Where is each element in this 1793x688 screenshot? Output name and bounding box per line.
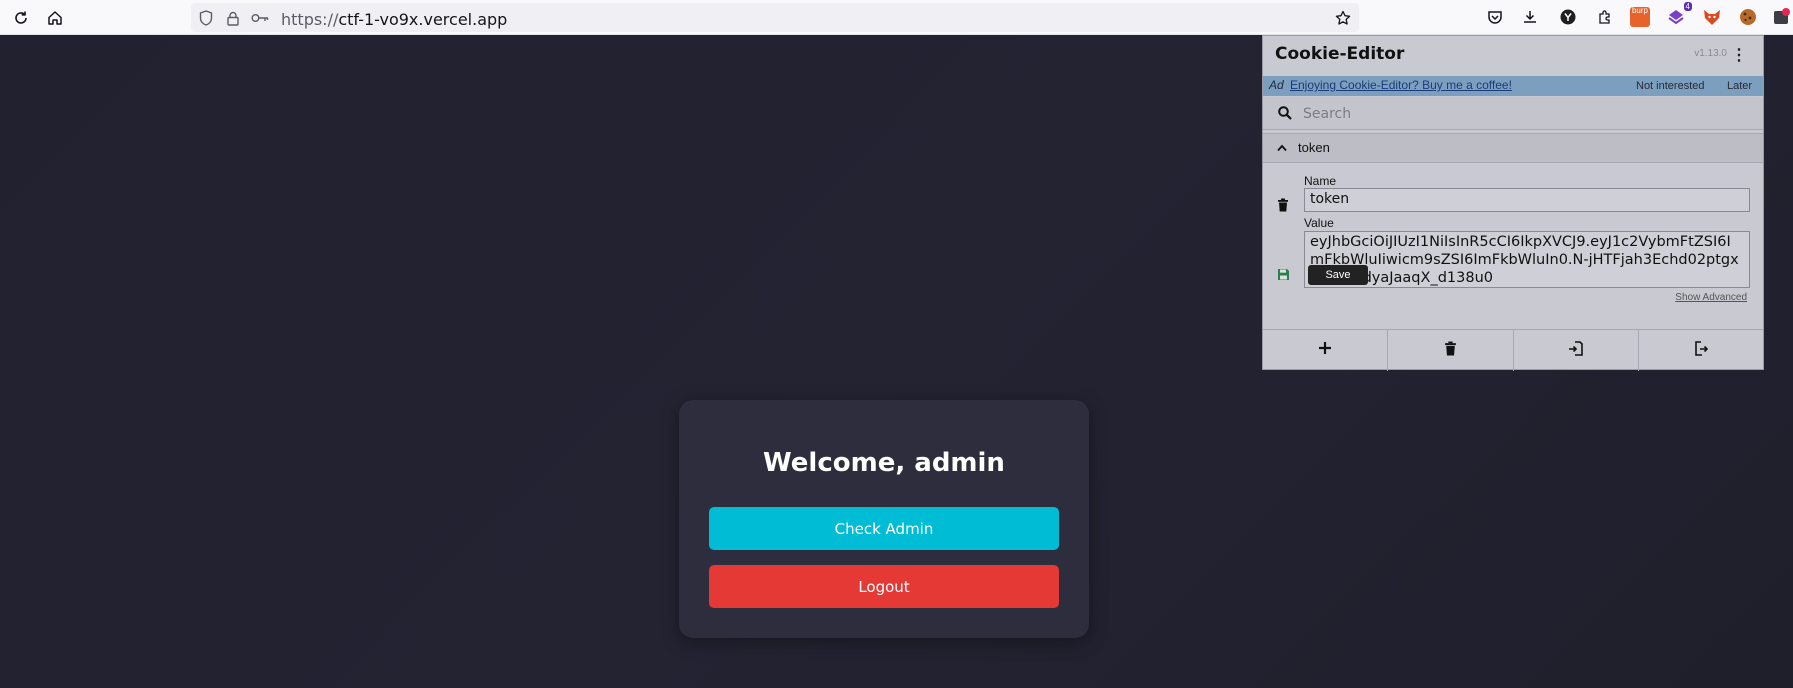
cookie-search-bar	[1263, 97, 1763, 130]
add-cookie-button[interactable]	[1263, 330, 1389, 371]
welcome-heading: Welcome, admin	[763, 448, 1005, 478]
lock-icon[interactable]	[224, 9, 242, 27]
foxy-proxy-icon[interactable]	[1700, 5, 1724, 29]
save-icon[interactable]	[1277, 268, 1291, 282]
ad-tag: Ad	[1269, 78, 1284, 92]
logout-button[interactable]: Logout	[709, 565, 1059, 608]
cookie-editor-title: Cookie-Editor	[1275, 44, 1405, 64]
check-admin-button[interactable]: Check Admin	[709, 507, 1059, 550]
url-text[interactable]: https://ctf-1-vo9x.vercel.app	[281, 10, 507, 29]
bookmark-star-icon[interactable]	[1334, 9, 1352, 27]
search-icon	[1277, 105, 1293, 121]
home-icon[interactable]	[42, 5, 68, 31]
export-button[interactable]	[1639, 330, 1763, 371]
later-button[interactable]: Later	[1727, 80, 1752, 92]
trash-icon[interactable]	[1277, 198, 1291, 212]
cookie-editor-extension-icon[interactable]	[1736, 5, 1760, 29]
delete-all-button[interactable]	[1388, 330, 1514, 371]
not-interested-button[interactable]: Not interested	[1636, 80, 1704, 92]
cookie-row-token[interactable]: token	[1263, 133, 1763, 163]
save-tooltip: Save	[1308, 265, 1368, 285]
extension-badge: 4	[1683, 2, 1692, 11]
extensions-puzzle-icon[interactable]	[1593, 5, 1617, 29]
url-bar[interactable]: https://ctf-1-vo9x.vercel.app	[191, 3, 1359, 32]
overflow-extension-icon[interactable]	[1772, 5, 1793, 29]
import-button[interactable]	[1514, 330, 1639, 371]
pocket-icon[interactable]	[1483, 5, 1507, 29]
reload-icon[interactable]	[8, 5, 34, 31]
cookie-editor-footer	[1263, 329, 1763, 371]
import-icon	[1568, 340, 1583, 361]
browser-toolbar: https://ctf-1-vo9x.vercel.app burp 4	[0, 0, 1793, 35]
downloads-icon[interactable]	[1518, 5, 1542, 29]
plus-icon	[1318, 341, 1332, 360]
cookie-editor-version: v1.13.0	[1694, 48, 1727, 59]
url-host: ctf-1-vo9x.vercel.app	[338, 10, 508, 29]
cookie-row-name: token	[1298, 140, 1330, 155]
cookie-editor-header: Cookie-Editor v1.13.0 ⋮	[1263, 36, 1763, 76]
name-label: Name	[1304, 174, 1337, 188]
export-icon	[1693, 340, 1709, 361]
burp-label: burp	[1630, 7, 1650, 27]
hackbar-extension-icon[interactable]: 4	[1664, 2, 1692, 29]
ad-banner: Ad Enjoying Cookie-Editor? Buy me a coff…	[1263, 76, 1763, 96]
cookie-value-field[interactable]: eyJhbGciOiJIUzI1NiIsInR5cCI6IkpXVCJ9.eyJ…	[1304, 231, 1750, 288]
burp-extension-icon[interactable]: burp	[1628, 5, 1652, 29]
ad-link[interactable]: Enjoying Cookie-Editor? Buy me a coffee!	[1290, 78, 1512, 92]
chevron-up-icon[interactable]	[1277, 141, 1287, 155]
tracking-protection-icon[interactable]	[197, 9, 215, 27]
value-label: Value	[1304, 216, 1334, 230]
key-icon[interactable]	[251, 9, 269, 27]
cookie-search-input[interactable]	[1301, 102, 1745, 126]
url-scheme: https://	[281, 10, 339, 29]
show-advanced-link[interactable]: Show Advanced	[1675, 292, 1747, 303]
cookie-editor-popup: Cookie-Editor v1.13.0 ⋮ Ad Enjoying Cook…	[1262, 35, 1764, 371]
kebab-menu-icon[interactable]: ⋮	[1731, 45, 1747, 65]
welcome-card: Welcome, admin Check Admin Logout	[679, 400, 1089, 638]
y-extension-icon[interactable]	[1556, 5, 1580, 29]
cookie-name-field[interactable]: token	[1304, 188, 1750, 212]
trash-icon	[1444, 341, 1457, 361]
